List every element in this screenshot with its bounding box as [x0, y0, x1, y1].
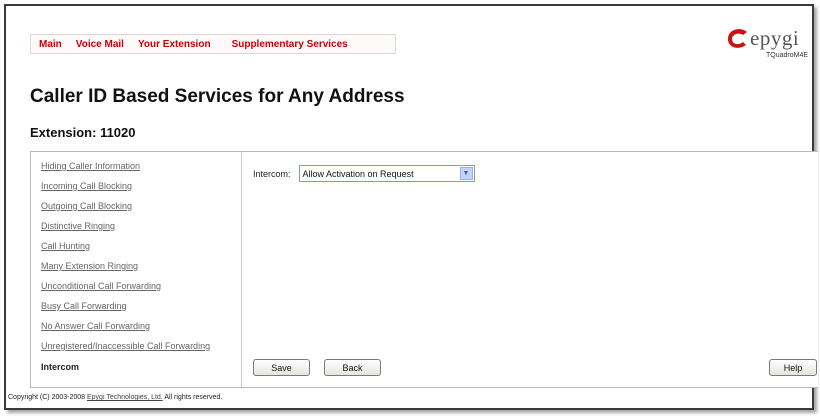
nav-call-hunting[interactable]: Call Hunting	[41, 241, 90, 251]
epygi-logo: epygi TQuadroM4E	[726, 26, 818, 66]
nav-unconditional-call-forwarding[interactable]: Unconditional Call Forwarding	[41, 281, 161, 291]
intercom-select[interactable]: Allow Activation on Request ▼	[298, 165, 475, 182]
copyright-prefix: Copyright (C) 2003-2008	[8, 394, 87, 401]
page-title: Caller ID Based Services for Any Address	[30, 86, 405, 107]
tab-main[interactable]: Main	[31, 39, 69, 50]
tab-supplementary-services[interactable]: Supplementary Services	[218, 39, 355, 50]
logo-wordmark: epygi	[750, 26, 800, 50]
copyright-suffix: All rights reserved.	[162, 394, 223, 401]
back-button[interactable]: Back	[324, 359, 381, 376]
intercom-label: Intercom:	[253, 168, 291, 179]
save-button[interactable]: Save	[253, 359, 310, 376]
nav-unregistered-call-forwarding[interactable]: Unregistered/Inaccessible Call Forwardin…	[41, 341, 210, 351]
nav-no-answer-call-forwarding[interactable]: No Answer Call Forwarding	[41, 321, 150, 331]
copyright-footer: Copyright (C) 2003-2008 Epygi Technologi…	[8, 394, 222, 401]
device-model: TQuadroM4E	[766, 52, 809, 59]
nav-outgoing-call-blocking[interactable]: Outgoing Call Blocking	[41, 201, 132, 211]
tab-voice-mail[interactable]: Voice Mail	[69, 39, 131, 50]
service-nav: Hiding Caller Information Incoming Call …	[31, 152, 242, 387]
extension-title: Extension: 11020	[30, 125, 136, 140]
nav-hiding-caller-information[interactable]: Hiding Caller Information	[41, 161, 140, 171]
intercom-select-value: Allow Activation on Request	[302, 168, 414, 179]
top-menu: Main Voice Mail Your Extension Supplemen…	[30, 34, 396, 54]
intercom-row: Intercom: Allow Activation on Request ▼	[253, 165, 475, 182]
nav-incoming-call-blocking[interactable]: Incoming Call Blocking	[41, 181, 132, 191]
page-frame: Main Voice Mail Your Extension Supplemen…	[4, 4, 818, 410]
content-panel: Hiding Caller Information Incoming Call …	[30, 151, 818, 388]
nav-busy-call-forwarding[interactable]: Busy Call Forwarding	[41, 301, 127, 311]
tab-your-extension[interactable]: Your Extension	[131, 39, 218, 50]
chevron-down-icon[interactable]: ▼	[459, 167, 473, 180]
logo-mark-icon	[727, 29, 747, 48]
help-button[interactable]: Help	[769, 359, 817, 376]
nav-distinctive-ringing[interactable]: Distinctive Ringing	[41, 221, 115, 231]
company-link[interactable]: Epygi Technologies, Ltd.	[87, 394, 163, 401]
nav-many-extension-ringing[interactable]: Many Extension Ringing	[41, 261, 138, 271]
nav-intercom[interactable]: Intercom	[41, 362, 79, 372]
